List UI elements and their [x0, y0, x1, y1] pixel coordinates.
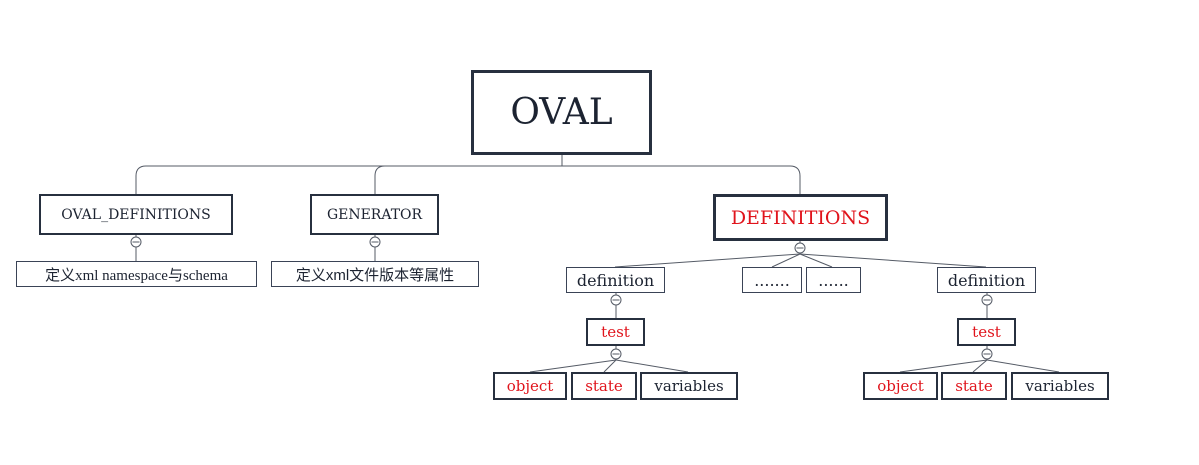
definition-right-label: definition [947, 270, 1026, 290]
object-node-left[interactable]: object [493, 372, 567, 400]
state-node-right[interactable]: state [941, 372, 1007, 400]
collapse-toggle-icon [981, 294, 993, 306]
collapse-toggle-icon [610, 294, 622, 306]
oval-definitions-note: 定义xml namespace与schema [16, 261, 257, 287]
state-right-label: state [955, 377, 993, 395]
state-left-label: state [585, 377, 623, 395]
oval-definitions-note-text: 定义xml namespace与schema [45, 267, 228, 284]
ellipsis-label: ....... [754, 270, 790, 290]
oval-definitions-label: OVAL_DEFINITIONS [61, 206, 211, 223]
collapse-toggle-icon [981, 348, 993, 360]
oval-definitions-node[interactable]: OVAL_DEFINITIONS [39, 194, 233, 235]
object-right-label: object [877, 377, 924, 395]
collapse-toggle-icon [794, 242, 806, 254]
variables-right-label: variables [1025, 377, 1095, 395]
object-left-label: object [506, 377, 554, 395]
variables-node-left[interactable]: variables [640, 372, 738, 400]
root-node-label: OVAL [510, 92, 613, 133]
generator-note: 定义xml文件版本等属性 [271, 261, 479, 287]
definition-node-left[interactable]: definition [566, 267, 665, 293]
generator-node[interactable]: GENERATOR [310, 194, 439, 235]
definition-node-right[interactable]: definition [937, 267, 1036, 293]
test-right-label: test [972, 323, 1001, 341]
variables-node-right[interactable]: variables [1011, 372, 1109, 400]
ellipsis-node[interactable]: ....... [742, 267, 802, 293]
generator-label: GENERATOR [326, 206, 423, 223]
collapse-toggle-icon [610, 348, 622, 360]
variables-left-label: variables [654, 377, 724, 395]
definitions-node[interactable]: DEFINITIONS [713, 194, 888, 241]
ellipsis-label: ...... [818, 270, 849, 290]
ellipsis-node[interactable]: ...... [806, 267, 861, 293]
root-node[interactable]: OVAL [471, 70, 652, 155]
test-left-label: test [601, 323, 630, 341]
state-node-left[interactable]: state [571, 372, 637, 400]
collapse-toggle-icon [130, 236, 142, 248]
object-node-right[interactable]: object [863, 372, 938, 400]
test-node-left[interactable]: test [586, 318, 645, 346]
definitions-label: DEFINITIONS [730, 206, 871, 229]
collapse-toggle-icon [369, 236, 381, 248]
definition-left-label: definition [576, 270, 655, 290]
generator-note-text: 定义xml文件版本等属性 [295, 266, 455, 284]
test-node-right[interactable]: test [957, 318, 1016, 346]
